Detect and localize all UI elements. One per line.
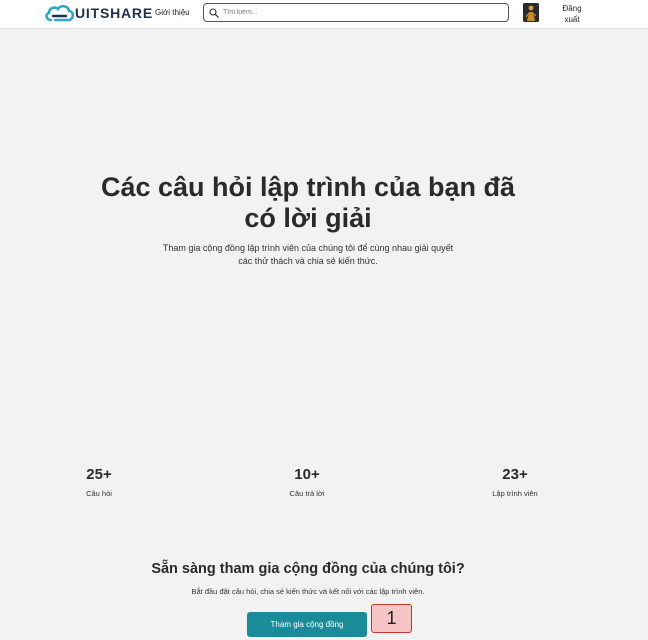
hero-title: Các câu hỏi lập trình của bạn đã có lời …	[90, 172, 526, 234]
cta-title: Sẵn sàng tham gia cộng đồng của chúng tô…	[151, 561, 465, 577]
stat-developers: 23+ Lập trình viên	[465, 466, 565, 498]
stat-questions: 25+ Câu hỏi	[49, 466, 149, 498]
stat-answers: 10+ Câu trả lời	[257, 466, 357, 498]
stat-label: Lập trình viên	[492, 489, 538, 498]
logout-label-line1: Đăng	[562, 4, 582, 13]
user-avatar[interactable]	[523, 3, 539, 22]
search-bar[interactable]	[203, 3, 509, 22]
stat-value: 10+	[294, 466, 320, 483]
search-icon	[209, 7, 219, 18]
logo-text: UITSHARE	[75, 5, 153, 21]
hero-subtitle-line2: các thử thách và chia sẻ kiến thức.	[238, 256, 378, 266]
annotation-marker: 1	[371, 604, 412, 633]
stat-value: 25+	[86, 466, 112, 483]
cloud-logo-icon	[45, 4, 74, 22]
stat-label: Câu trả lời	[289, 489, 325, 498]
avatar-figure	[523, 3, 539, 22]
hero-subtitle-line1: Tham gia cộng đồng lập trình viên của ch…	[162, 243, 454, 253]
logout-label-line2: xuất	[564, 15, 580, 24]
search-input[interactable]	[223, 9, 503, 16]
hero-subtitle: Tham gia cộng đồng lập trình viên của ch…	[140, 242, 476, 268]
stat-label: Câu hỏi	[86, 489, 112, 498]
logout-button[interactable]: Đăng xuất	[561, 3, 583, 25]
nav-link-about[interactable]: Giới thiệu	[155, 8, 190, 17]
logo[interactable]: UITSHARE	[44, 3, 153, 23]
join-community-button[interactable]: Tham gia cộng đồng	[247, 612, 367, 637]
cta-subtitle: Bắt đầu đặt câu hỏi, chia sẻ kiến thức v…	[191, 587, 425, 596]
navbar: UITSHARE Giới thiệu Đăng xuất	[0, 0, 648, 29]
hero-title-line2: có lời giải	[244, 203, 372, 233]
hero-title-line1: Các câu hỏi lập trình của bạn đã	[100, 172, 516, 202]
stat-value: 23+	[502, 466, 528, 483]
